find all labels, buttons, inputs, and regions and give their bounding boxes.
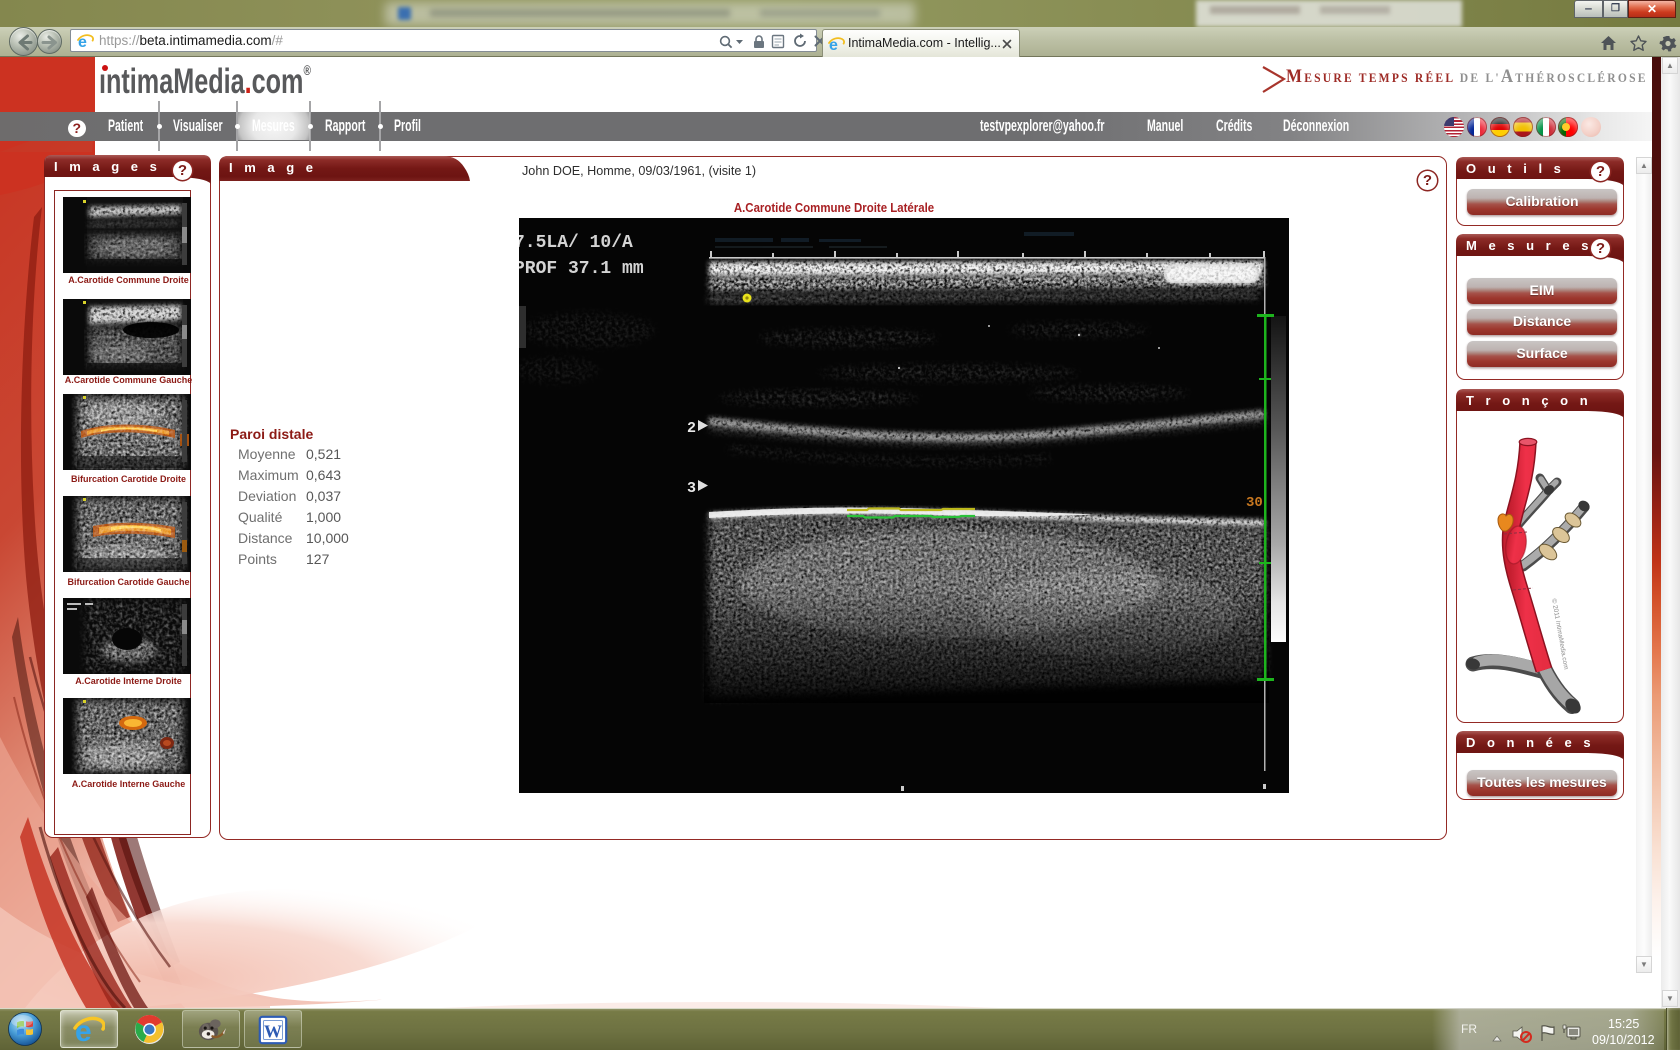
svg-text:7.5LA/ 10/A: 7.5LA/ 10/A xyxy=(519,233,633,253)
svg-text:2: 2 xyxy=(687,420,696,437)
svg-text:30: 30 xyxy=(1246,495,1263,511)
svg-text:3: 3 xyxy=(687,480,696,497)
svg-text:© 2011 IntimaMedia.com: © 2011 IntimaMedia.com xyxy=(1550,598,1570,670)
svg-text:W: W xyxy=(264,1022,282,1042)
svg-text:PROF 37.1 mm: PROF 37.1 mm xyxy=(519,259,644,279)
